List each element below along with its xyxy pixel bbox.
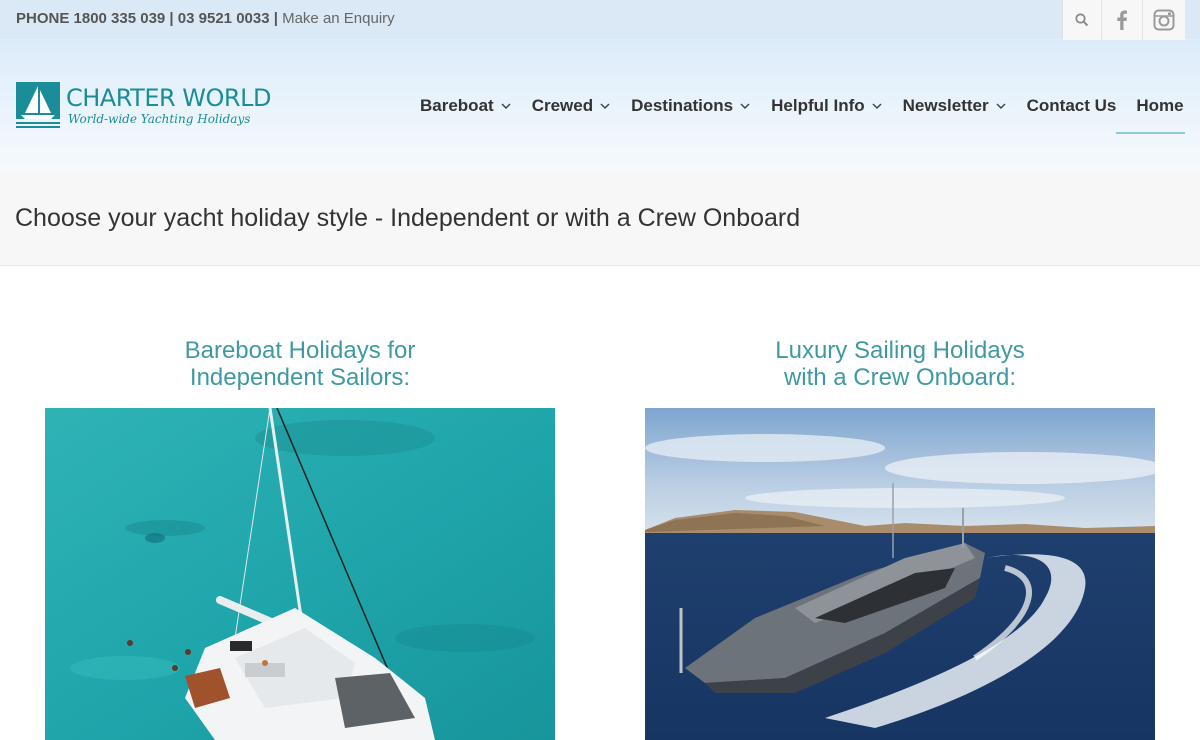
nav-destinations[interactable]: Destinations <box>631 96 751 116</box>
instagram-icon[interactable] <box>1142 0 1185 40</box>
nav-newsletter[interactable]: Newsletter <box>903 96 1007 116</box>
phone-numbers: PHONE 1800 335 039 | 03 9521 0033 | <box>16 10 278 27</box>
heading-line: Bareboat Holidays for <box>184 337 416 364</box>
enquiry-link[interactable]: Make an Enquiry <box>282 10 395 27</box>
logo[interactable]: CHARTER WORLD World-wide Yachting Holida… <box>16 82 271 132</box>
site-header: CHARTER WORLD World-wide Yachting Holida… <box>0 40 1200 172</box>
contact-line: PHONE 1800 335 039 | 03 9521 0033 | Make… <box>16 10 395 27</box>
page-title-band: Choose your yacht holiday style - Indepe… <box>0 172 1200 266</box>
chevron-down-icon <box>600 103 610 110</box>
nav-label: Bareboat <box>420 96 494 115</box>
motor-yacht-photo[interactable] <box>645 408 1155 740</box>
social-icons <box>1062 0 1185 40</box>
nav-label: Newsletter <box>902 96 989 115</box>
facebook-icon[interactable] <box>1101 0 1142 40</box>
nav-label: Helpful Info <box>771 96 865 115</box>
sailboat-logo-icon <box>16 82 60 128</box>
chevron-down-icon <box>501 103 511 110</box>
search-icon[interactable] <box>1062 0 1101 40</box>
heading-line: with a Crew Onboard: <box>783 364 1017 391</box>
bareboat-heading[interactable]: Bareboat Holidays for Independent Sailor… <box>45 337 555 391</box>
chevron-down-icon <box>740 103 750 110</box>
chevron-down-icon <box>872 103 882 110</box>
heading-line: Independent Sailors: <box>189 364 411 391</box>
nav-label: Home <box>1136 96 1184 115</box>
nav-label: Destinations <box>631 96 734 115</box>
top-bar: PHONE 1800 335 039 | 03 9521 0033 | Make… <box>0 0 1200 40</box>
nav-label: Contact Us <box>1026 96 1117 115</box>
nav-contact-us[interactable]: Contact Us <box>1027 96 1117 116</box>
nav-label: Crewed <box>531 96 594 115</box>
nav-home[interactable]: Home <box>1136 96 1183 116</box>
catamaran-aerial-photo[interactable] <box>45 408 555 740</box>
nav-bareboat[interactable]: Bareboat <box>420 96 512 116</box>
crewed-heading[interactable]: Luxury Sailing Holidays with a Crew Onbo… <box>645 337 1155 391</box>
nav-crewed[interactable]: Crewed <box>532 96 611 116</box>
logo-name: CHARTER WORLD <box>66 84 271 112</box>
page-title: Choose your yacht holiday style - Indepe… <box>15 204 801 232</box>
main-nav: Bareboat Crewed Destinations Helpful Inf… <box>420 94 1184 118</box>
logo-tagline: World-wide Yachting Holidays <box>68 112 251 126</box>
chevron-down-icon <box>996 103 1006 110</box>
heading-line: Luxury Sailing Holidays <box>775 337 1025 364</box>
nav-helpful-info[interactable]: Helpful Info <box>771 96 882 116</box>
active-nav-indicator <box>1116 132 1185 134</box>
